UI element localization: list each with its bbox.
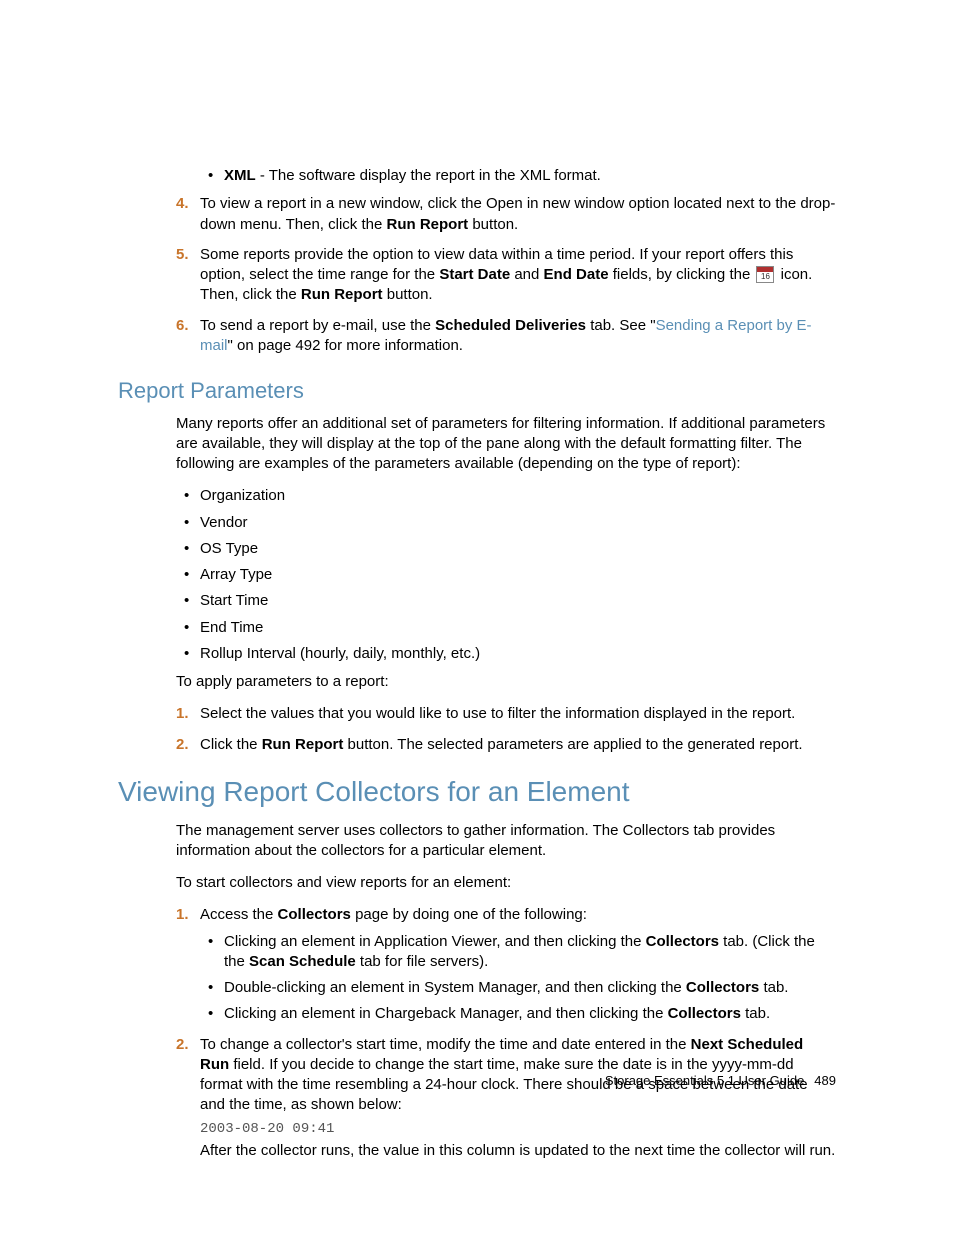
coll-step-1-p2: page by doing one of the following: — [351, 906, 587, 923]
coll-sub-1-p3: tab for file servers). — [356, 953, 489, 970]
param-start-time: Start Time — [176, 591, 836, 611]
step-6-num: 6. — [176, 316, 189, 336]
coll-step-1-num: 1. — [176, 905, 189, 925]
apply-step-2: 2. Click the Run Report button. The sele… — [176, 735, 836, 755]
collectors-steps: 1. Access the Collectors page by doing o… — [176, 905, 836, 1160]
report-parameters-intro: Many reports offer an additional set of … — [176, 414, 836, 475]
coll-step-2-code: 2003-08-20 09:41 — [200, 1120, 836, 1139]
coll-sub-3: Clicking an element in Chargeback Manage… — [200, 1004, 836, 1024]
footer-page: 489 — [814, 1073, 836, 1088]
coll-step-2-num: 2. — [176, 1035, 189, 1055]
report-parameters-heading: Report Parameters — [118, 376, 836, 406]
coll-step-1-p1: Access the — [200, 906, 278, 923]
footer-title: Storage Essentials 5.1 User Guide — [605, 1073, 804, 1088]
param-end-time: End Time — [176, 618, 836, 638]
step-4-b1: Run Report — [387, 216, 469, 233]
step-5-num: 5. — [176, 245, 189, 265]
coll-sub-2-p2: tab. — [759, 979, 788, 996]
coll-step-1-b1: Collectors — [278, 906, 351, 923]
xml-bullet-list: XML - The software display the report in… — [200, 166, 836, 186]
coll-sub-1: Clicking an element in Application Viewe… — [200, 932, 836, 973]
collectors-start: To start collectors and view reports for… — [176, 873, 836, 893]
coll-sub-1-b2: Scan Schedule — [249, 953, 356, 970]
step-4-p2: button. — [468, 216, 518, 233]
param-vendor: Vendor — [176, 513, 836, 533]
xml-bullet: XML - The software display the report in… — [200, 166, 836, 186]
step-5-m1: and — [510, 266, 543, 283]
apply-step-2-p1: Click the — [200, 736, 262, 753]
step-4: 4. To view a report in a new window, cli… — [176, 194, 836, 235]
step-6-b1: Scheduled Deliveries — [435, 317, 586, 334]
step-5-m2: fields, by clicking the — [609, 266, 755, 283]
apply-params-steps: 1. Select the values that you would like… — [176, 704, 836, 755]
apply-step-2-num: 2. — [176, 735, 189, 755]
step-5: 5. Some reports provide the option to vi… — [176, 245, 836, 306]
apply-step-1-text: Select the values that you would like to… — [200, 705, 795, 722]
param-os-type: OS Type — [176, 539, 836, 559]
calendar-icon — [756, 266, 774, 283]
xml-rest: - The software display the report in the… — [256, 167, 601, 184]
coll-step-1: 1. Access the Collectors page by doing o… — [176, 905, 836, 1024]
step-6-p1: To send a report by e-mail, use the — [200, 317, 435, 334]
step-4-num: 4. — [176, 194, 189, 214]
coll-step-2-after: After the collector runs, the value in t… — [200, 1142, 835, 1159]
coll-sub-3-p1: Clicking an element in Chargeback Manage… — [224, 1005, 668, 1022]
viewing-collectors-heading: Viewing Report Collectors for an Element — [118, 773, 836, 811]
apply-step-2-b1: Run Report — [262, 736, 344, 753]
apply-step-2-p2: button. The selected parameters are appl… — [343, 736, 802, 753]
top-numbered-list: 4. To view a report in a new window, cli… — [176, 194, 836, 356]
param-rollup: Rollup Interval (hourly, daily, monthly,… — [176, 644, 836, 664]
step-5-p2: button. — [383, 286, 433, 303]
step-5-b3: Run Report — [301, 286, 383, 303]
coll-step-2: 2. To change a collector's start time, m… — [176, 1035, 836, 1161]
param-array-type: Array Type — [176, 565, 836, 585]
xml-bold: XML — [224, 167, 256, 184]
apply-step-1: 1. Select the values that you would like… — [176, 704, 836, 724]
page-footer: Storage Essentials 5.1 User Guide 489 — [605, 1072, 836, 1090]
coll-sub-1-p1: Clicking an element in Application Viewe… — [224, 933, 646, 950]
step-6: 6. To send a report by e-mail, use the S… — [176, 316, 836, 357]
coll-step-2-p1: To change a collector's start time, modi… — [200, 1036, 691, 1053]
coll-sub-2-b1: Collectors — [686, 979, 759, 996]
step-6-m1: tab. See " — [586, 317, 656, 334]
step-5-b2: End Date — [544, 266, 609, 283]
collectors-intro: The management server uses collectors to… — [176, 821, 836, 862]
param-organization: Organization — [176, 486, 836, 506]
apply-params-text: To apply parameters to a report: — [176, 672, 836, 692]
coll-sub-3-b1: Collectors — [668, 1005, 741, 1022]
apply-step-1-num: 1. — [176, 704, 189, 724]
coll-sub-1-b1: Collectors — [646, 933, 719, 950]
params-bullet-list: Organization Vendor OS Type Array Type S… — [176, 486, 836, 664]
coll-sub-3-p2: tab. — [741, 1005, 770, 1022]
coll-sub-2-p1: Double-clicking an element in System Man… — [224, 979, 686, 996]
coll-sub-2: Double-clicking an element in System Man… — [200, 978, 836, 998]
step-6-p2: " on page 492 for more information. — [228, 337, 463, 354]
step-5-b1: Start Date — [439, 266, 510, 283]
coll-step-1-sublist: Clicking an element in Application Viewe… — [200, 932, 836, 1025]
